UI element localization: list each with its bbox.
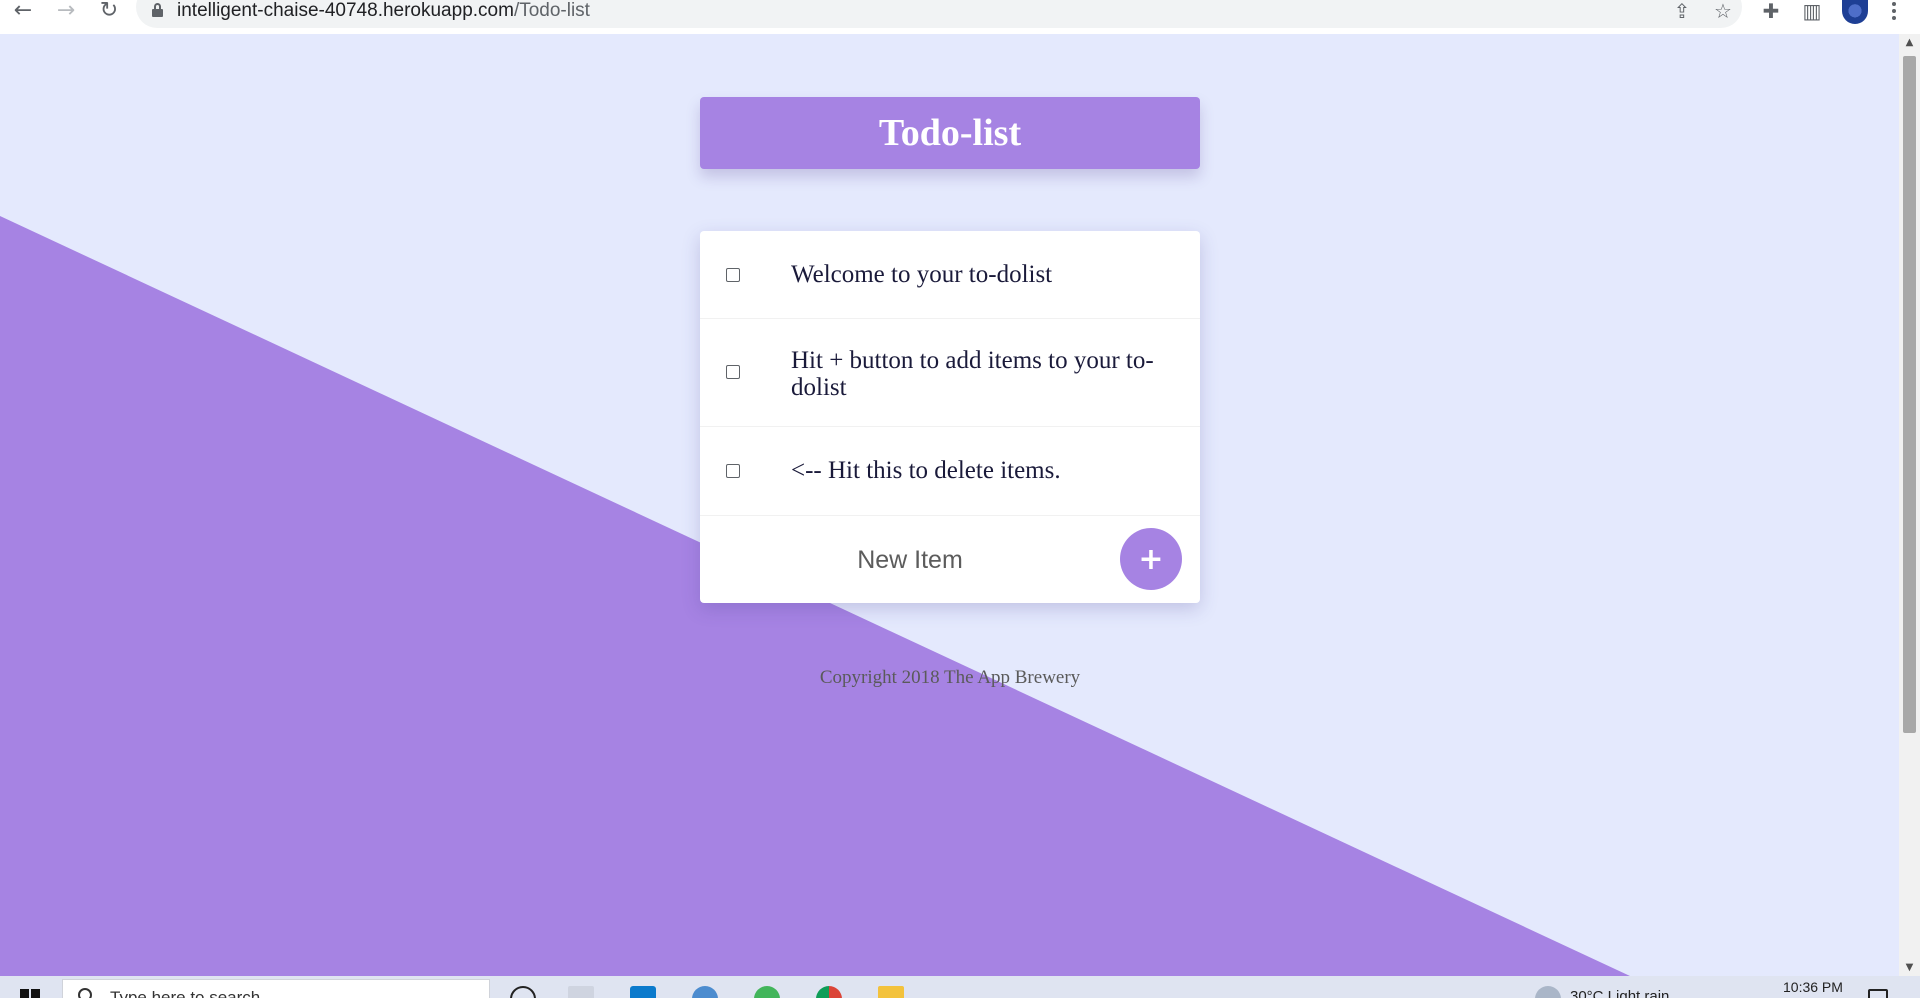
vertical-scrollbar[interactable]: ▲ ▼ [1899, 34, 1920, 976]
lock-icon[interactable] [152, 3, 163, 17]
add-button[interactable]: + [1120, 528, 1182, 590]
list-item: Welcome to your to-dolist [700, 231, 1200, 319]
windows-taskbar: Type here to search 30°C Light rain 10:3… [0, 976, 1920, 998]
scroll-down-arrow-icon[interactable]: ▼ [1899, 959, 1920, 976]
title-box: Todo-list [700, 97, 1200, 169]
todo-card: Welcome to your to-dolist Hit + button t… [700, 231, 1200, 603]
url-text[interactable]: intelligent-chaise-40748.herokuapp.com/T… [177, 0, 590, 22]
profile-avatar[interactable] [1842, 0, 1868, 24]
notifications-icon[interactable] [1868, 989, 1888, 998]
star-icon[interactable]: ☆ [1710, 0, 1736, 22]
new-item-form: + [700, 516, 1200, 603]
extensions-icon[interactable]: ✚ [1758, 0, 1784, 22]
list-item: <-- Hit this to delete items. [700, 427, 1200, 516]
browser-toolbar: ← → ↻ intelligent-chaise-40748.herokuapp… [0, 0, 1920, 34]
file-explorer-icon[interactable] [878, 986, 904, 998]
list-item: Hit + button to add items to your to-dol… [700, 319, 1200, 427]
forward-arrow-icon[interactable]: → [51, 0, 81, 22]
more-menu-icon[interactable] [1884, 0, 1904, 22]
scrollbar-thumb[interactable] [1903, 56, 1916, 733]
share-icon[interactable]: ⇪ [1669, 0, 1695, 22]
weather-icon [1535, 986, 1561, 998]
chrome-icon[interactable] [816, 986, 842, 998]
item-checkbox[interactable] [726, 464, 740, 478]
page-title: Todo-list [878, 112, 1022, 154]
green-app-icon[interactable] [754, 986, 780, 998]
item-text: Welcome to your to-dolist [791, 261, 1053, 288]
item-text: Hit + button to add items to your to-dol… [791, 347, 1154, 401]
weather-text[interactable]: 30°C Light rain [1570, 988, 1669, 998]
url-host: intelligent-chaise-40748.herokuapp.com [177, 0, 514, 21]
task-view-icon[interactable] [568, 986, 594, 998]
footer-copyright: Copyright 2018 The App Brewery [819, 667, 1081, 688]
reload-icon[interactable]: ↻ [94, 0, 124, 22]
back-arrow-icon[interactable]: ← [8, 0, 38, 22]
scroll-up-arrow-icon[interactable]: ▲ [1899, 34, 1920, 51]
item-checkbox[interactable] [726, 268, 740, 282]
url-path: /Todo-list [513, 0, 590, 21]
side-panel-icon[interactable]: ▥ [1799, 0, 1825, 22]
search-placeholder: Type here to search [110, 988, 261, 998]
cortana-icon[interactable] [510, 986, 536, 998]
vscode-icon[interactable] [630, 986, 656, 998]
p-app-icon[interactable] [692, 986, 718, 998]
item-text: <-- Hit this to delete items. [791, 457, 1061, 484]
item-checkbox[interactable] [726, 365, 740, 379]
search-icon [78, 988, 92, 998]
page-viewport: Todo-list Welcome to your to-dolist Hit … [0, 34, 1899, 976]
new-item-input[interactable] [760, 539, 1060, 581]
windows-start-icon[interactable] [20, 989, 40, 998]
taskbar-clock[interactable]: 10:36 PM [1783, 979, 1843, 995]
